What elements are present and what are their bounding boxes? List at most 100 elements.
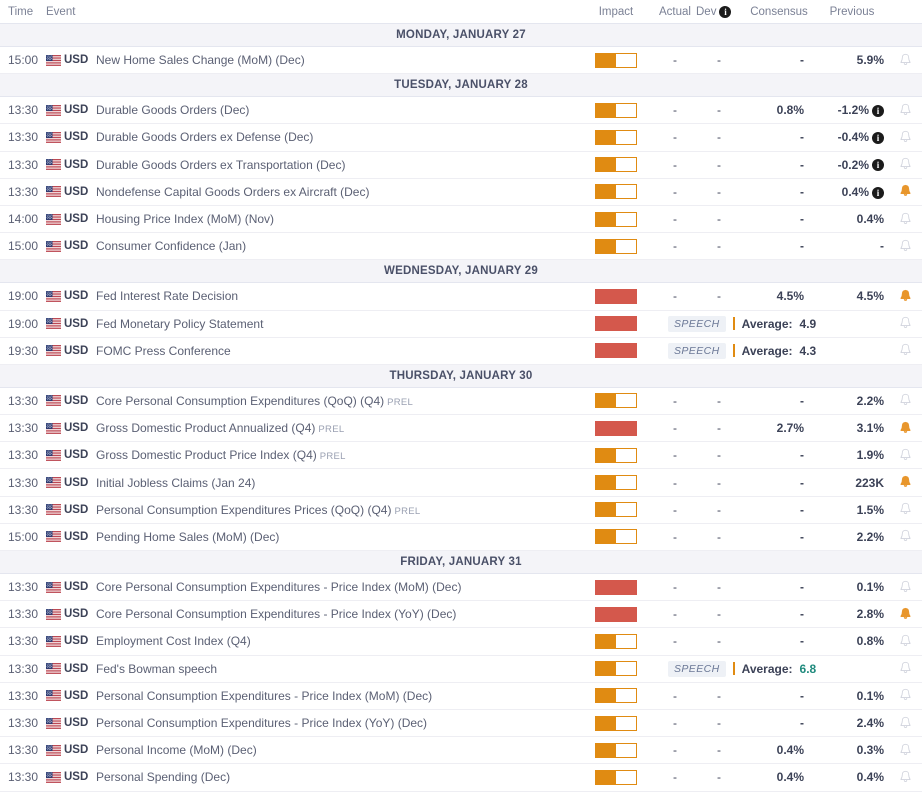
currency-code: USD — [64, 717, 89, 730]
column-header-impact[interactable]: Impact — [578, 6, 654, 18]
alert-bell-button[interactable] — [888, 130, 922, 145]
alert-bell-button[interactable] — [888, 448, 922, 463]
alert-bell-button[interactable] — [888, 316, 922, 331]
alert-bell-button[interactable] — [888, 770, 922, 785]
cell-currency: USD — [46, 290, 94, 302]
cell-event-name[interactable]: Core Personal Consumption Expenditures (… — [94, 394, 578, 408]
cell-actual: - — [673, 770, 677, 785]
alert-bell-button[interactable] — [888, 634, 922, 649]
info-icon[interactable]: i — [872, 186, 884, 199]
event-row[interactable]: 13:30 USD Nondefense Capital Goods Orders … — [0, 178, 922, 206]
cell-impact — [578, 288, 654, 304]
cell-impact — [578, 742, 654, 758]
cell-event-name[interactable]: Personal Income (MoM) (Dec) — [94, 743, 578, 757]
cell-event-name[interactable]: Gross Domestic Product Price Index (Q4) P… — [94, 448, 578, 462]
cell-time: 13:30 — [8, 743, 39, 758]
alert-bell-button[interactable] — [888, 580, 922, 595]
event-row[interactable]: 13:30 USD Personal Income (MoM) (Dec) - - 0.4… — [0, 737, 922, 765]
alert-bell-button[interactable] — [888, 103, 922, 118]
event-row[interactable]: 15:00 USD Consumer Confidence (Jan) - - - - — [0, 233, 922, 261]
column-header-actual[interactable]: Actual — [654, 6, 696, 18]
cell-event-name[interactable]: Housing Price Index (MoM) (Nov) — [94, 212, 578, 226]
alert-bell-button[interactable] — [888, 421, 922, 436]
alert-bell-button[interactable] — [888, 716, 922, 731]
cell-actual: - — [673, 157, 677, 172]
event-row[interactable]: 13:30 USD Initial Jobless Claims (Jan 24) -… — [0, 469, 922, 497]
event-row[interactable]: 14:00 USD Housing Price Index (MoM) (Nov) -… — [0, 205, 922, 234]
event-row[interactable]: 13:30 USD Personal Consumption Expenditure… — [0, 496, 922, 524]
event-row[interactable]: 13:30 USD Gross Domestic Product Price Ind… — [0, 442, 922, 470]
event-row[interactable]: 13:30 USD Personal Consumption Expenditure… — [0, 709, 922, 738]
cell-event-name[interactable]: Gross Domestic Product Annualized (Q4) PR… — [94, 421, 578, 435]
event-row[interactable]: 13:30 USD Employment Cost Index (Q4) - - - 0.8… — [0, 628, 922, 656]
cell-event-name[interactable]: Personal Consumption Expenditures - Pric… — [94, 689, 578, 703]
cell-consensus: - — [800, 130, 804, 145]
alert-bell-button[interactable] — [888, 53, 922, 68]
info-icon[interactable]: i — [872, 159, 884, 172]
event-row[interactable]: 13:30 USD Fed's Bowman speech SPEECH Average… — [0, 655, 922, 683]
cell-event-name[interactable]: Core Personal Consumption Expenditures -… — [94, 607, 578, 621]
impact-bar-medium — [595, 102, 637, 118]
event-row[interactable]: 13:30 USD Durable Goods Orders ex Transpor… — [0, 151, 922, 179]
event-row[interactable]: 13:30 USD Durable Goods Orders (Dec) - - 0.8%… — [0, 97, 922, 125]
event-row[interactable]: 13:30 USD Core Personal Consumption Expend… — [0, 574, 922, 602]
info-icon[interactable]: i — [872, 105, 884, 118]
alert-bell-button[interactable] — [888, 607, 922, 622]
alert-bell-button[interactable] — [888, 502, 922, 517]
cell-event-name[interactable]: Personal Consumption Expenditures Prices… — [94, 503, 578, 517]
column-header-event[interactable]: Event — [46, 6, 578, 18]
cell-event-name[interactable]: Pending Home Sales (MoM) (Dec) — [94, 530, 578, 544]
impact-bar-medium — [595, 742, 637, 758]
event-row[interactable]: 19:00 USD Fed Monetary Policy Statement SPE… — [0, 310, 922, 338]
currency-code: USD — [64, 530, 89, 543]
cell-previous: 5.9% — [856, 53, 884, 68]
info-icon[interactable]: i — [719, 5, 732, 18]
cell-event-name[interactable]: Employment Cost Index (Q4) — [94, 634, 578, 648]
cell-event-name[interactable]: Fed Monetary Policy Statement — [94, 317, 578, 331]
alert-bell-button[interactable] — [888, 184, 922, 199]
alert-bell-button[interactable] — [888, 343, 922, 358]
event-row[interactable]: 13:30 USD Personal Consumption Expenditure… — [0, 682, 922, 710]
cell-event-name[interactable]: Fed's Bowman speech — [94, 662, 578, 676]
cell-event-name[interactable]: Durable Goods Orders (Dec) — [94, 103, 578, 117]
column-header-previous[interactable]: Previous — [816, 6, 888, 18]
cell-event-name[interactable]: Fed Interest Rate Decision — [94, 289, 578, 303]
event-row[interactable]: 19:30 USD FOMC Press Conference SPEECH Avera… — [0, 337, 922, 365]
event-row[interactable]: 19:00 USD Fed Interest Rate Decision - - 4.5%… — [0, 283, 922, 311]
alert-bell-button[interactable] — [888, 475, 922, 490]
event-row[interactable]: 13:30 USD Core Personal Consumption Expend… — [0, 387, 922, 416]
cell-event-name[interactable]: Durable Goods Orders ex Transportation (… — [94, 158, 578, 172]
cell-event-name[interactable]: Personal Consumption Expenditures - Pric… — [94, 716, 578, 730]
event-row[interactable]: 13:30 USD Gross Domestic Product Annualize… — [0, 415, 922, 443]
cell-currency: USD — [46, 449, 94, 461]
cell-event-name[interactable]: Consumer Confidence (Jan) — [94, 239, 578, 253]
currency-code: USD — [64, 317, 89, 330]
event-row[interactable]: 13:30 USD Core Personal Consumption Expend… — [0, 601, 922, 629]
cell-event-name[interactable]: Durable Goods Orders ex Defense (Dec) — [94, 130, 578, 144]
cell-previous: 0.4% — [856, 212, 884, 227]
alert-bell-button[interactable] — [888, 743, 922, 758]
column-header-consensus[interactable]: Consensus — [742, 6, 816, 18]
event-row[interactable]: 15:00 USD New Home Sales Change (MoM) (Dec… — [0, 47, 922, 75]
column-header-dev[interactable]: Dev i — [696, 5, 742, 18]
cell-event-name[interactable]: Initial Jobless Claims (Jan 24) — [94, 476, 578, 490]
cell-event-name[interactable]: FOMC Press Conference — [94, 344, 578, 358]
column-header-time[interactable]: Time — [0, 6, 46, 18]
cell-event-name[interactable]: Core Personal Consumption Expenditures -… — [94, 580, 578, 594]
cell-event-name[interactable]: Nondefense Capital Goods Orders ex Aircr… — [94, 185, 578, 199]
info-icon[interactable]: i — [872, 132, 884, 145]
alert-bell-button[interactable] — [888, 239, 922, 254]
alert-bell-button[interactable] — [888, 393, 922, 408]
alert-bell-button[interactable] — [888, 688, 922, 703]
cell-event-name[interactable]: New Home Sales Change (MoM) (Dec) — [94, 53, 578, 67]
alert-bell-button[interactable] — [888, 661, 922, 676]
alert-bell-button[interactable] — [888, 529, 922, 544]
cell-event-name[interactable]: Personal Spending (Dec) — [94, 770, 578, 784]
event-row[interactable]: 13:30 USD Personal Spending (Dec) - - 0.4% 0.4… — [0, 764, 922, 792]
event-row[interactable]: 15:00 USD Pending Home Sales (MoM) (Dec) - -… — [0, 523, 922, 551]
alert-bell-button[interactable] — [888, 157, 922, 172]
event-row[interactable]: 13:30 USD Durable Goods Orders ex Defense … — [0, 124, 922, 152]
cell-currency: USD — [46, 213, 94, 225]
alert-bell-button[interactable] — [888, 289, 922, 304]
alert-bell-button[interactable] — [888, 212, 922, 227]
